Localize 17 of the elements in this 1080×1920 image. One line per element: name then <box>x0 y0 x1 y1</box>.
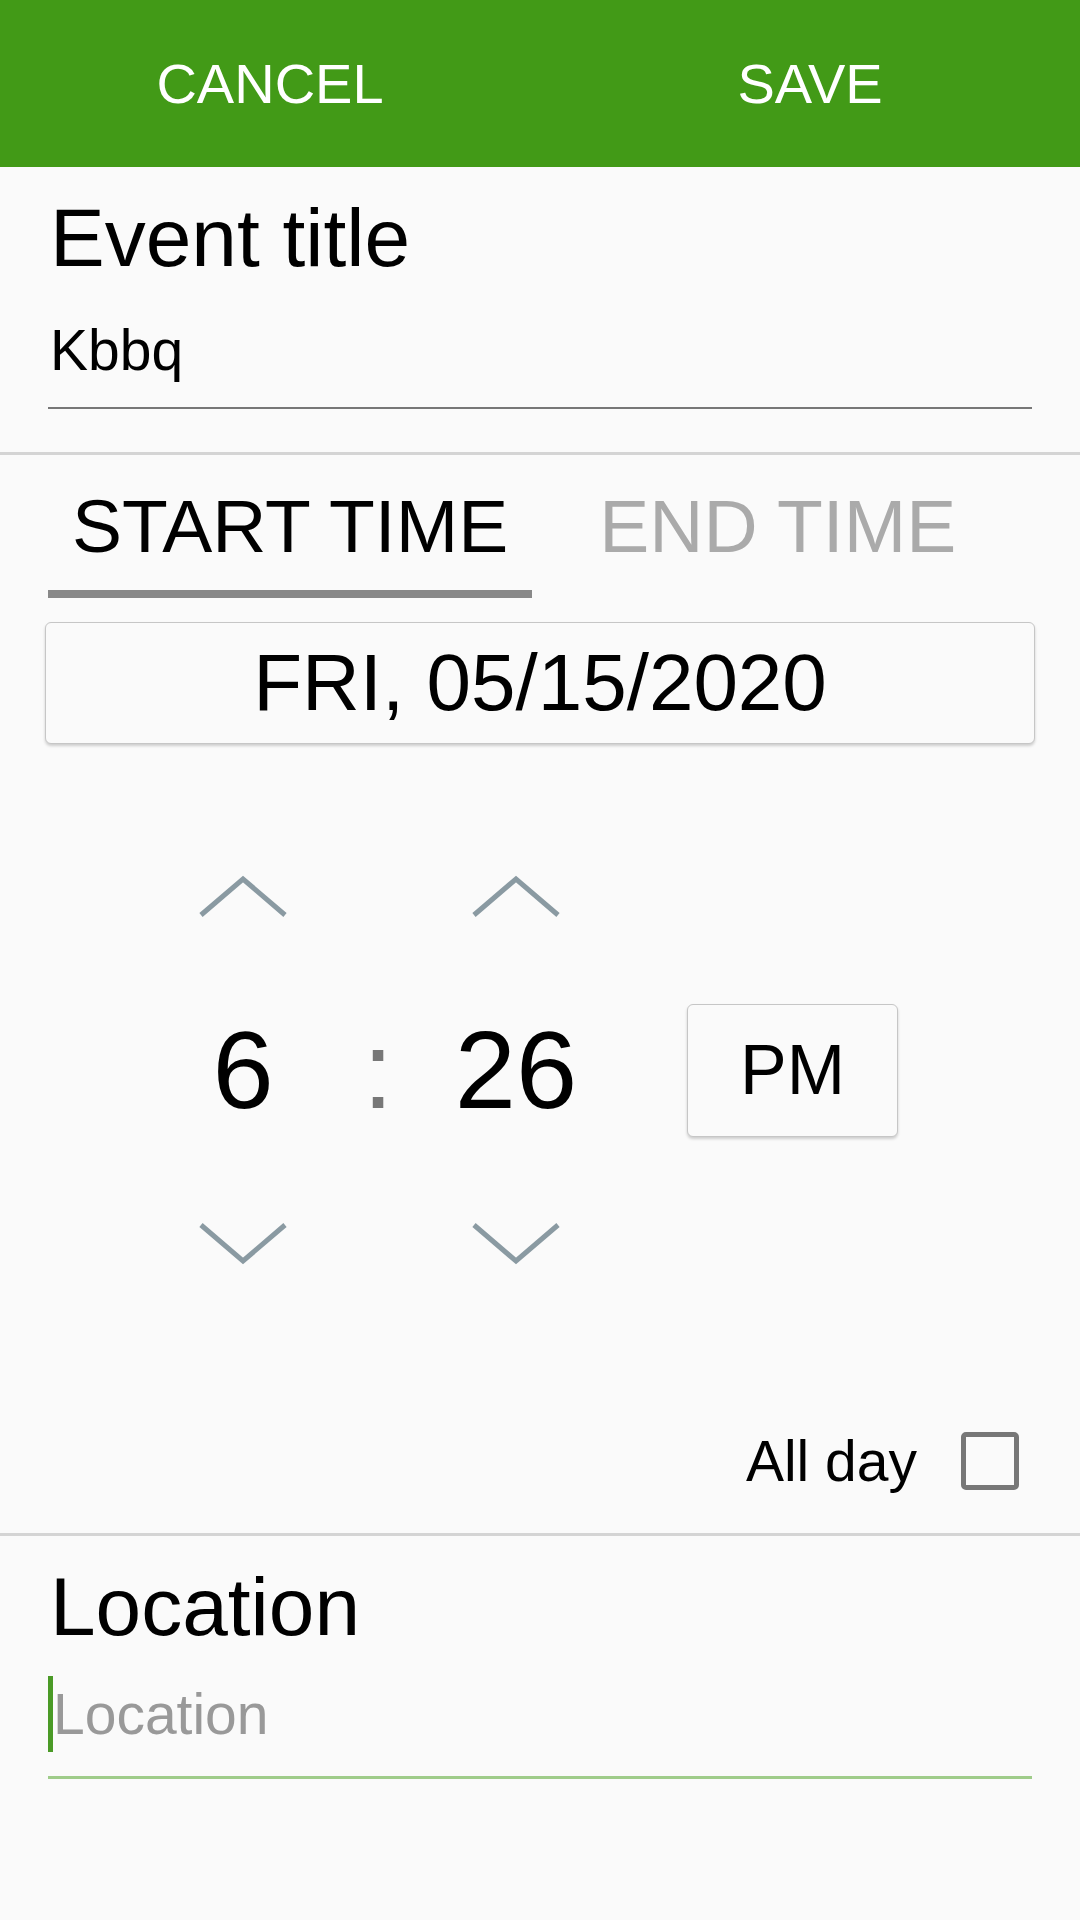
minute-value: 26 <box>454 1015 578 1125</box>
title-field[interactable]: Kbbq <box>48 322 1032 409</box>
chevron-up-icon[interactable] <box>471 875 561 917</box>
chevron-down-icon[interactable] <box>198 1223 288 1265</box>
save-button[interactable]: SAVE <box>540 0 1080 167</box>
time-separator: : <box>362 1015 394 1125</box>
chevron-up-icon[interactable] <box>198 875 288 917</box>
meridiem-button[interactable]: PM <box>687 1003 898 1137</box>
time-tab[interactable]: START TIME <box>48 455 533 598</box>
event-title-label: Event title <box>49 196 412 280</box>
hour-value: 6 <box>212 1015 274 1125</box>
all-day-checkbox[interactable] <box>961 1432 1019 1490</box>
text-cursor-icon <box>48 1676 53 1752</box>
location-label: Location <box>49 1565 362 1649</box>
cancel-button[interactable]: CANCEL <box>0 0 540 167</box>
date-button[interactable]: FRI, 05/15/2020 <box>45 622 1035 744</box>
chevron-down-icon[interactable] <box>471 1223 561 1265</box>
